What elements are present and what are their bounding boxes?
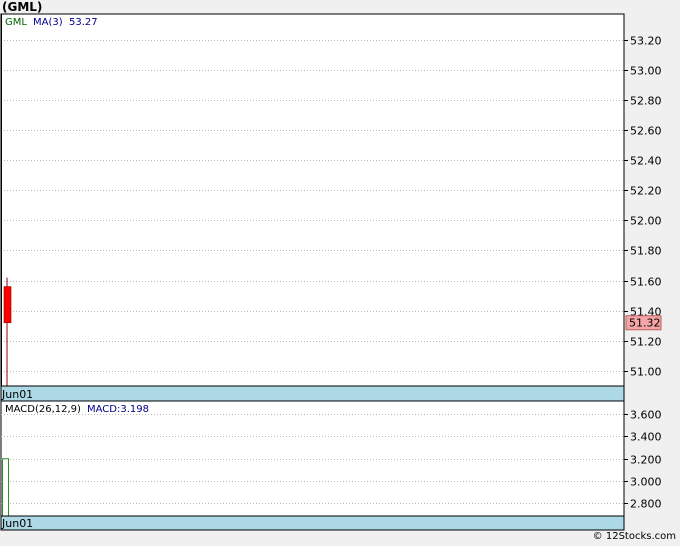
macd-date-band (0, 515, 625, 531)
footer-copyright: © 12Stocks.com (592, 531, 676, 542)
macd-y-tick-label: 2.800 (630, 498, 662, 511)
price-y-tick-label: 52.00 (630, 215, 662, 228)
price-y-tick-label: 52.60 (630, 125, 662, 138)
price-panel: 51.0051.2051.4051.6051.8052.0052.2052.40… (0, 13, 662, 402)
price-y-tick-label: 52.20 (630, 185, 662, 198)
macd-indicator-label: MACD(26,12,9) (5, 404, 81, 415)
price-y-tick-label: 53.00 (630, 65, 662, 78)
candle-body (3, 286, 12, 324)
macd-plot-area (0, 400, 625, 517)
price-y-tick-label: 51.60 (630, 276, 662, 289)
macd-y-tick-label: 3.200 (630, 454, 662, 467)
price-y-tick-label: 51.20 (630, 336, 662, 349)
ticker-label: GML (5, 17, 27, 28)
price-y-tick-label: 51.00 (630, 366, 662, 379)
macd-value-label: MACD:3.198 (87, 404, 149, 415)
price-x-tick-label: Jun01 (1, 388, 33, 401)
chart-canvas: 51.0051.2051.4051.6051.8052.0052.2052.40… (0, 13, 662, 531)
macd-bar (2, 458, 9, 517)
price-y-tick-label: 52.80 (630, 95, 662, 108)
ma-value: 53.27 (69, 17, 98, 28)
macd-x-tick-label: Jun01 (1, 517, 33, 530)
macd-bars (2, 458, 9, 517)
price-date-band (0, 385, 625, 402)
ma-label: MA(3) (33, 17, 63, 28)
macd-y-tick-label: 3.600 (630, 409, 662, 422)
price-y-tick-label: 51.80 (630, 245, 662, 258)
macd-y-axis: 2.800 3.000 3.200 3.400 3.600 (624, 409, 662, 511)
chart-page: (GML) 51.00 51.20 51.40 51.60 51.80 52.00 52.2… (0, 0, 680, 546)
last-price-label: 51.32 (629, 317, 661, 330)
macd-y-tick-label: 3.400 (630, 431, 662, 444)
price-y-tick-label: 52.40 (630, 155, 662, 168)
price-y-tick-label: 53.20 (630, 35, 662, 48)
macd-y-tick-label: 3.000 (630, 476, 662, 489)
macd-panel: 2.800 3.000 3.200 3.400 3.600 Jun01 MACD(26,… (0, 400, 662, 531)
price-plot-area (0, 13, 625, 387)
